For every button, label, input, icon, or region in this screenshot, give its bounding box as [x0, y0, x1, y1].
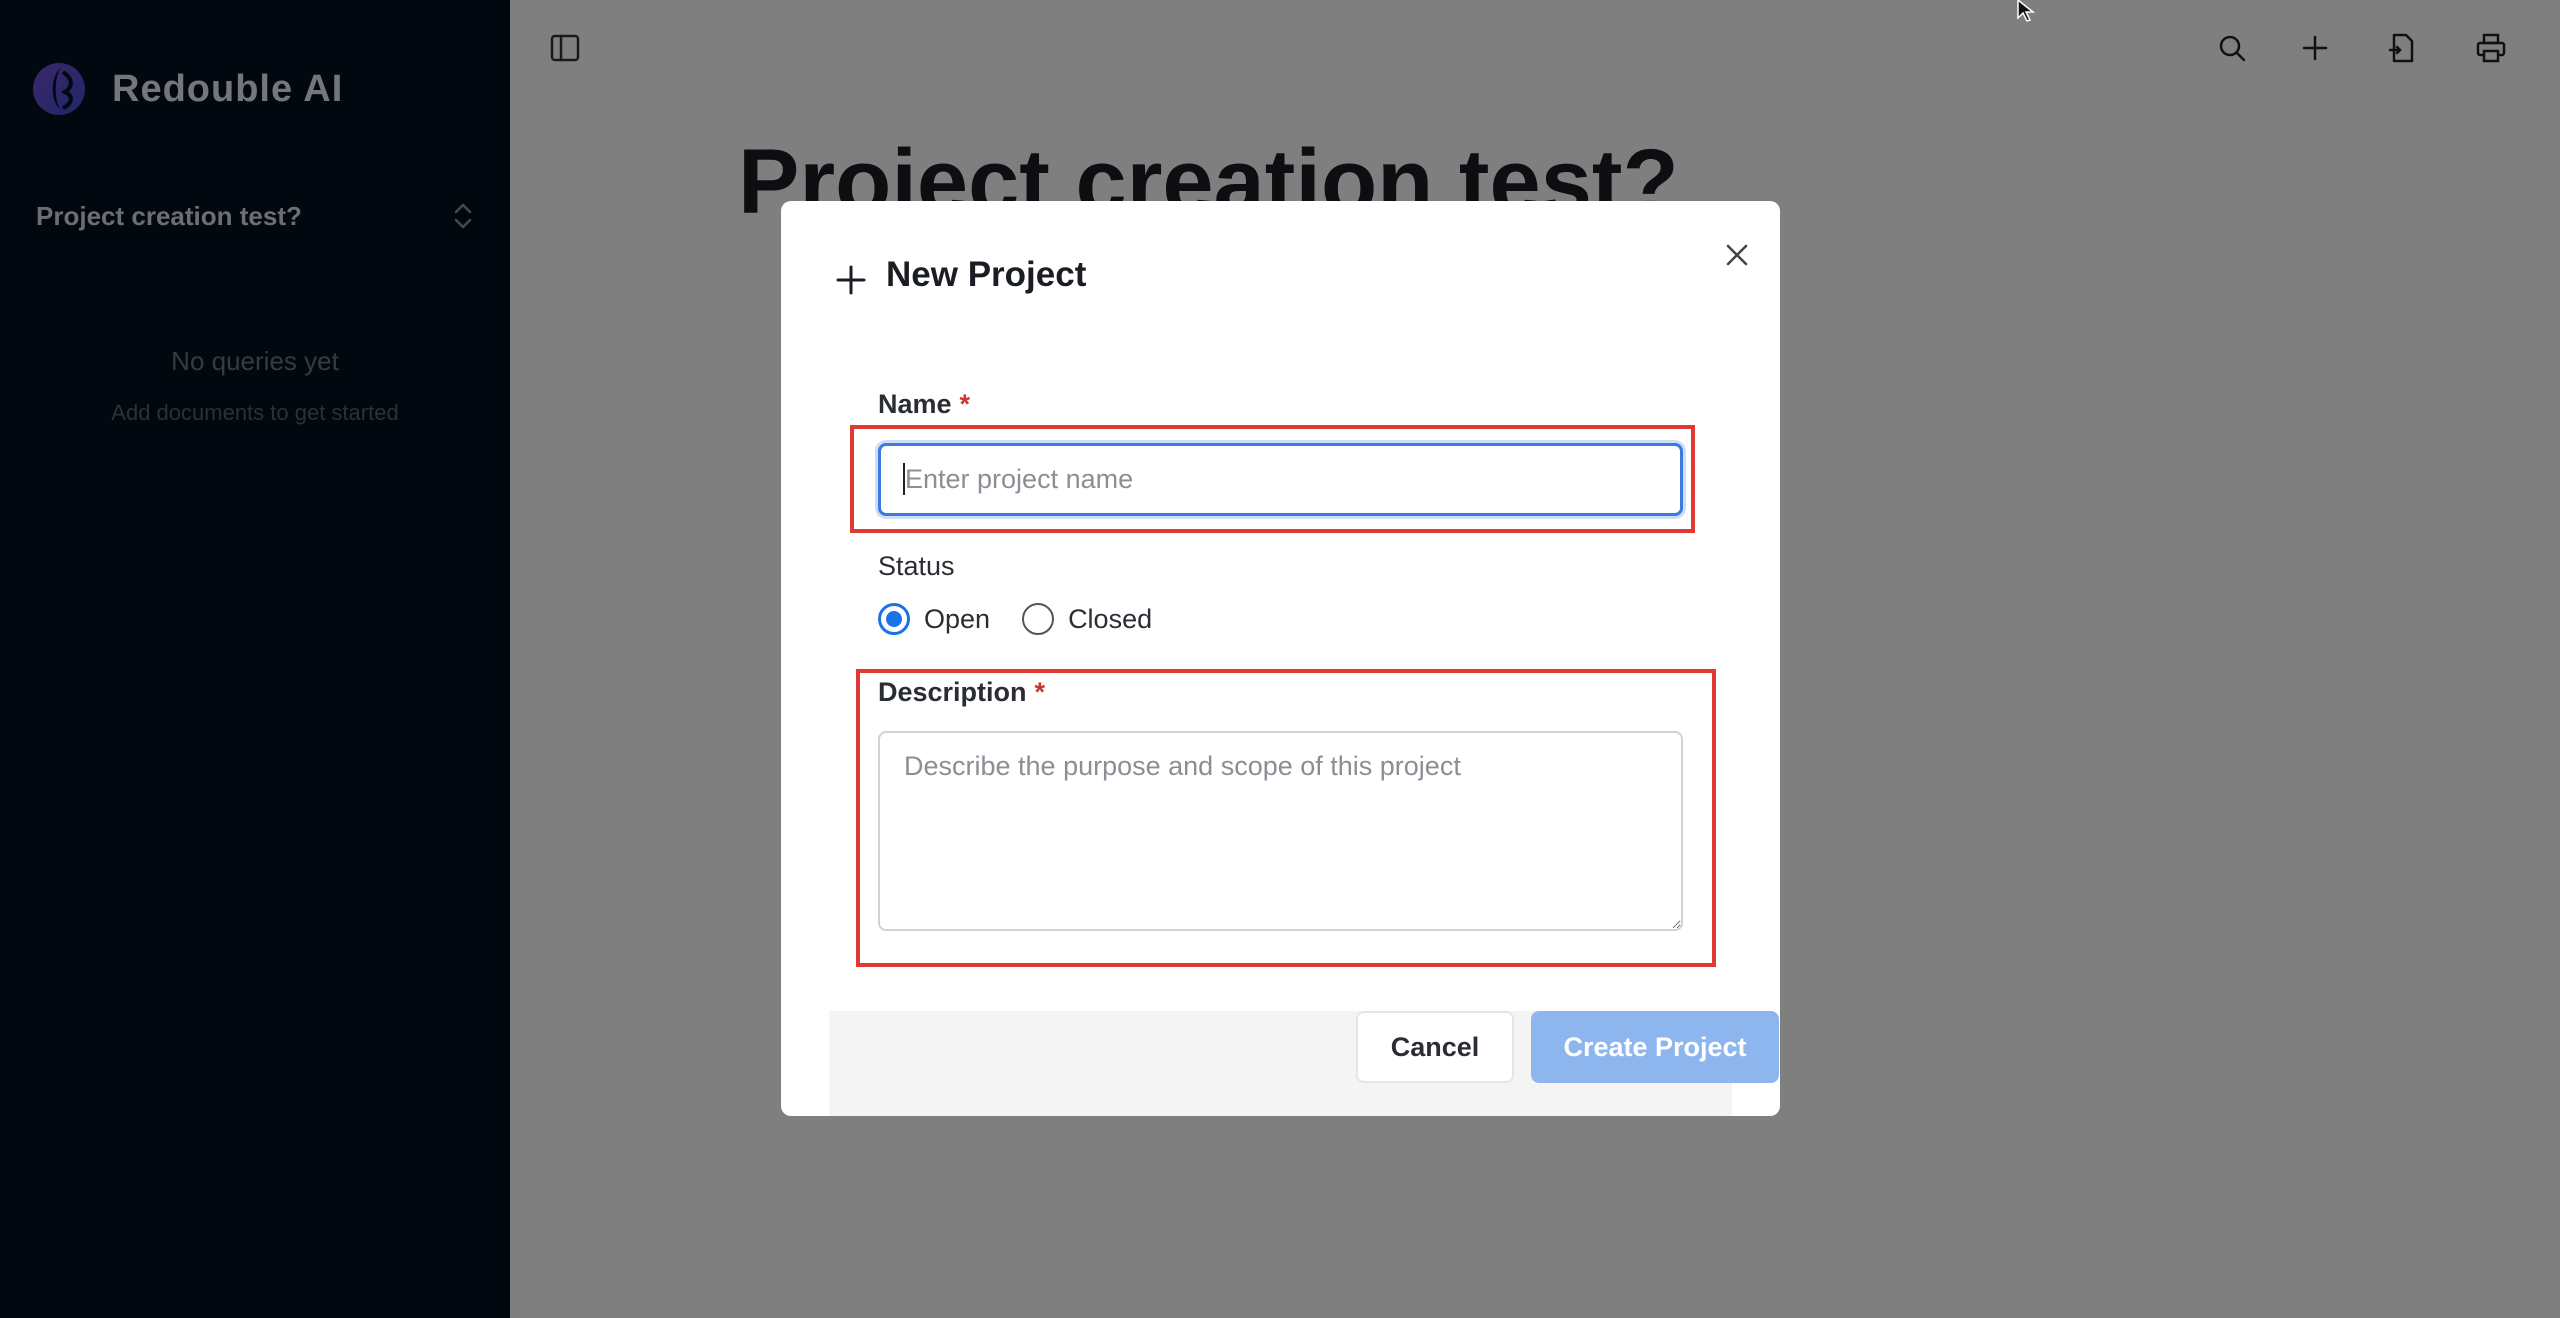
status-label: Status [878, 551, 955, 581]
mouse-cursor-icon [2017, 0, 2036, 22]
status-open-label[interactable]: Open [924, 604, 990, 635]
name-label: Name * [878, 389, 971, 419]
description-textarea[interactable] [878, 731, 1683, 931]
required-mark: * [959, 389, 971, 419]
status-radio-group: Open Closed [878, 603, 1184, 635]
dialog-title: New Project [886, 255, 1087, 294]
new-project-dialog: New Project Name* Status Open Closed Des… [781, 201, 1780, 1116]
required-mark: * [1034, 677, 1046, 707]
description-label: Description * [878, 677, 1046, 707]
plus-icon [836, 265, 866, 295]
close-icon[interactable] [1717, 235, 1757, 275]
status-closed-label[interactable]: Closed [1068, 604, 1152, 635]
project-name-input[interactable] [878, 443, 1683, 516]
status-open-radio[interactable] [878, 603, 910, 635]
dialog-footer: Cancel Create Project [829, 1011, 1779, 1116]
cancel-button[interactable]: Cancel [1356, 1011, 1514, 1083]
text-caret [903, 463, 905, 495]
create-project-button[interactable]: Create Project [1531, 1011, 1779, 1083]
status-closed-radio[interactable] [1022, 603, 1055, 635]
